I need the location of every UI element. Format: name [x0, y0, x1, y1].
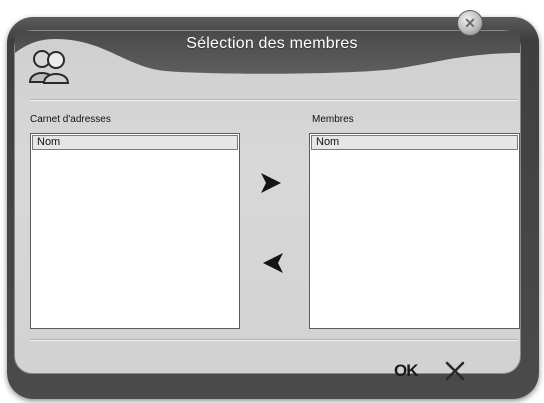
arrow-right-icon — [261, 173, 281, 193]
remove-member-button[interactable] — [261, 251, 285, 275]
ok-button[interactable]: OK — [394, 361, 418, 381]
add-member-button[interactable] — [259, 171, 283, 195]
address-book-column-header[interactable]: Nom — [32, 135, 238, 150]
cancel-x-icon — [445, 361, 465, 381]
address-book-list[interactable]: Nom — [30, 133, 240, 329]
close-button[interactable]: ✕ — [457, 10, 483, 36]
members-column-header[interactable]: Nom — [311, 135, 518, 150]
arrow-left-icon — [263, 253, 283, 273]
members-label: Membres — [312, 114, 354, 125]
address-book-label: Carnet d'adresses — [30, 114, 111, 125]
dialog-title: Sélection des membres — [186, 35, 358, 52]
header-divider — [30, 99, 518, 101]
footer-divider — [30, 339, 518, 341]
close-icon: ✕ — [464, 14, 476, 31]
cancel-button[interactable] — [443, 359, 467, 383]
members-list[interactable]: Nom — [309, 133, 520, 329]
users-icon — [28, 50, 70, 84]
